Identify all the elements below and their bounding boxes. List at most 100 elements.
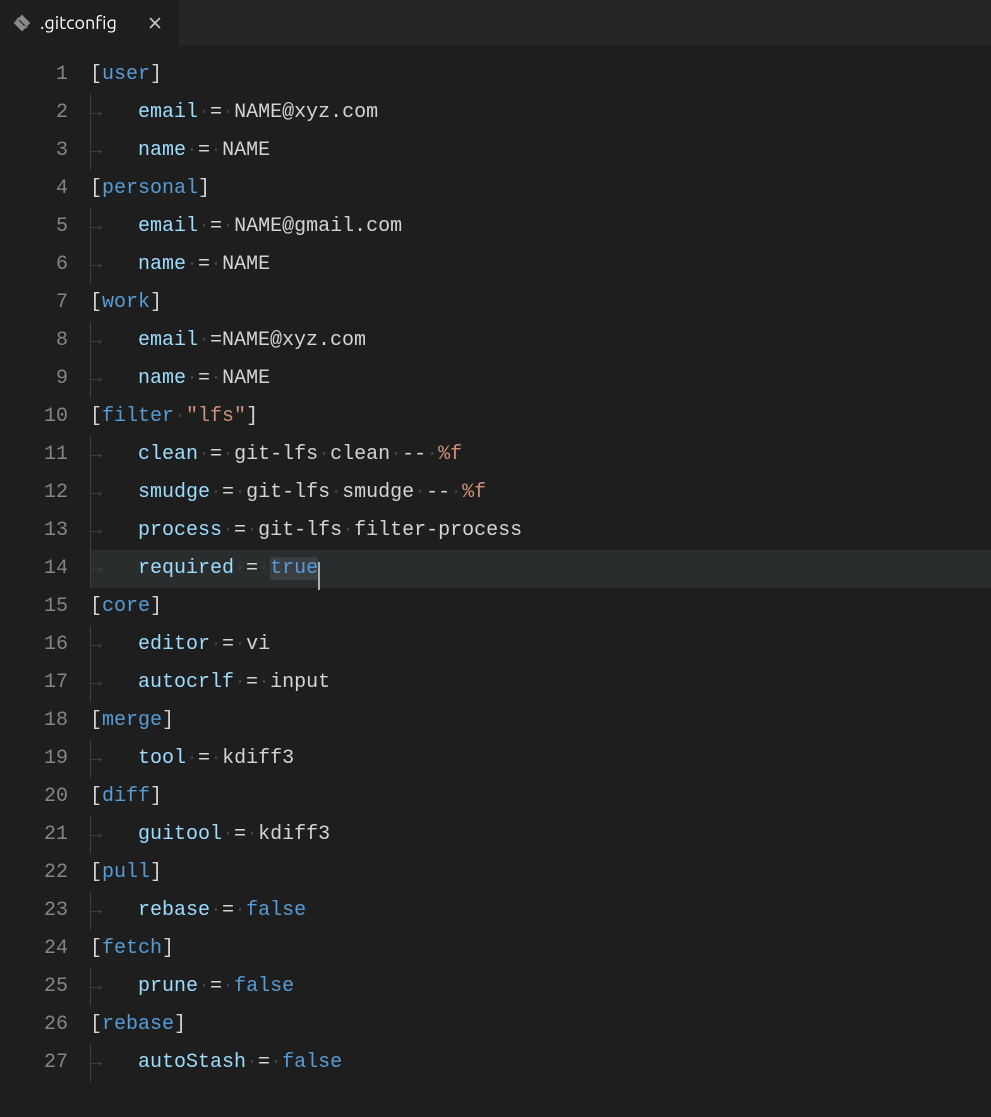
whitespace-tab-icon [90,132,138,170]
code-token: = [198,139,210,162]
code-line[interactable]: [work] [90,284,991,322]
code-token: kdiff3 [222,747,294,770]
whitespace-tab-icon [90,1044,138,1082]
whitespace-dot-icon: · [234,557,246,580]
code-line[interactable]: smudge·=·git-lfs·smudge·--·%f [90,474,991,512]
editor[interactable]: 1234567891011121314151617181920212223242… [0,46,991,1117]
code-token: [ [90,595,102,618]
whitespace-dot-icon: · [258,557,270,580]
code-token: required [138,557,234,580]
code-line[interactable]: process·=·git-lfs·filter-process [90,512,991,550]
code-token: guitool [138,823,222,846]
code-line[interactable]: prune·=·false [90,968,991,1006]
code-line[interactable]: email·=·NAME@gmail.com [90,208,991,246]
code-token: pull [102,861,150,884]
whitespace-dot-icon: · [210,367,222,390]
whitespace-dot-icon: · [318,443,330,466]
line-number: 9 [0,360,68,398]
code-token: = [234,823,246,846]
code-token: [ [90,63,102,86]
whitespace-tab-icon [90,626,138,664]
code-token: = [198,367,210,390]
close-icon[interactable] [145,13,165,33]
code-token: filter [102,405,174,428]
whitespace-dot-icon: · [390,443,402,466]
code-line[interactable]: autocrlf·=·input [90,664,991,702]
whitespace-dot-icon: · [198,329,210,352]
code-token: = [198,747,210,770]
whitespace-dot-icon: · [270,1051,282,1074]
code-line[interactable]: editor·=·vi [90,626,991,664]
code-token: ] [150,63,162,86]
whitespace-dot-icon: · [222,823,234,846]
code-line[interactable]: [merge] [90,702,991,740]
code-token: ] [174,1013,186,1036]
code-line[interactable]: guitool·=·kdiff3 [90,816,991,854]
whitespace-dot-icon: · [186,253,198,276]
whitespace-dot-icon: · [198,975,210,998]
code-line[interactable]: autoStash·=·false [90,1044,991,1082]
code-token: = [210,215,222,238]
line-number: 14 [0,550,68,588]
code-token: [ [90,1013,102,1036]
code-line[interactable]: [user] [90,56,991,94]
code-line[interactable]: [diff] [90,778,991,816]
code-line[interactable]: name·=·NAME [90,360,991,398]
code-token: false [234,975,294,998]
whitespace-dot-icon: · [174,405,186,428]
code-line[interactable]: email·=·NAME@xyz.com [90,94,991,132]
code-token: rebase [102,1013,174,1036]
whitespace-tab-icon [90,740,138,778]
code-line[interactable]: [personal] [90,170,991,208]
whitespace-dot-icon: · [198,443,210,466]
tab-gitconfig[interactable]: .gitconfig [0,0,180,46]
line-number: 13 [0,512,68,550]
code-token: ] [162,937,174,960]
code-line[interactable]: required·=·true [90,550,991,588]
line-number: 22 [0,854,68,892]
code-line[interactable]: email·=NAME@xyz.com [90,322,991,360]
line-number: 12 [0,474,68,512]
line-number: 17 [0,664,68,702]
code-token: = [210,975,222,998]
whitespace-tab-icon [90,94,138,132]
code-token: ] [150,861,162,884]
whitespace-tab-icon [90,322,138,360]
code-line[interactable]: tool·=·kdiff3 [90,740,991,778]
code-token: git-lfs [258,519,342,542]
line-number: 27 [0,1044,68,1082]
whitespace-dot-icon: · [222,215,234,238]
code-line[interactable]: [rebase] [90,1006,991,1044]
whitespace-dot-icon: · [210,747,222,770]
whitespace-dot-icon: · [222,443,234,466]
code-token: ] [162,709,174,732]
code-area[interactable]: [user] email·=·NAME@xyz.com name·=·NAME[… [90,56,991,1117]
code-token: [ [90,937,102,960]
code-line[interactable]: rebase·=·false [90,892,991,930]
tab-label: .gitconfig [40,13,137,33]
code-token: [ [90,709,102,732]
whitespace-dot-icon: · [198,101,210,124]
whitespace-tab-icon [90,968,138,1006]
code-line[interactable]: name·=·NAME [90,132,991,170]
code-token: [ [90,177,102,200]
line-number: 1 [0,56,68,94]
code-token: smudge [138,481,210,504]
code-line[interactable]: [filter·"lfs"] [90,398,991,436]
code-line[interactable]: [pull] [90,854,991,892]
code-token: NAME@gmail.com [234,215,402,238]
code-line[interactable]: [core] [90,588,991,626]
code-token: ] [150,595,162,618]
code-line[interactable]: clean·=·git-lfs·clean·--·%f [90,436,991,474]
code-token: = [258,1051,270,1074]
code-token: merge [102,709,162,732]
code-line[interactable]: [fetch] [90,930,991,968]
whitespace-dot-icon: · [234,671,246,694]
code-token: core [102,595,150,618]
line-number: 26 [0,1006,68,1044]
code-token: [ [90,405,102,428]
code-token: clean [330,443,390,466]
code-token: = [210,101,222,124]
code-line[interactable]: name·=·NAME [90,246,991,284]
code-token: editor [138,633,210,656]
